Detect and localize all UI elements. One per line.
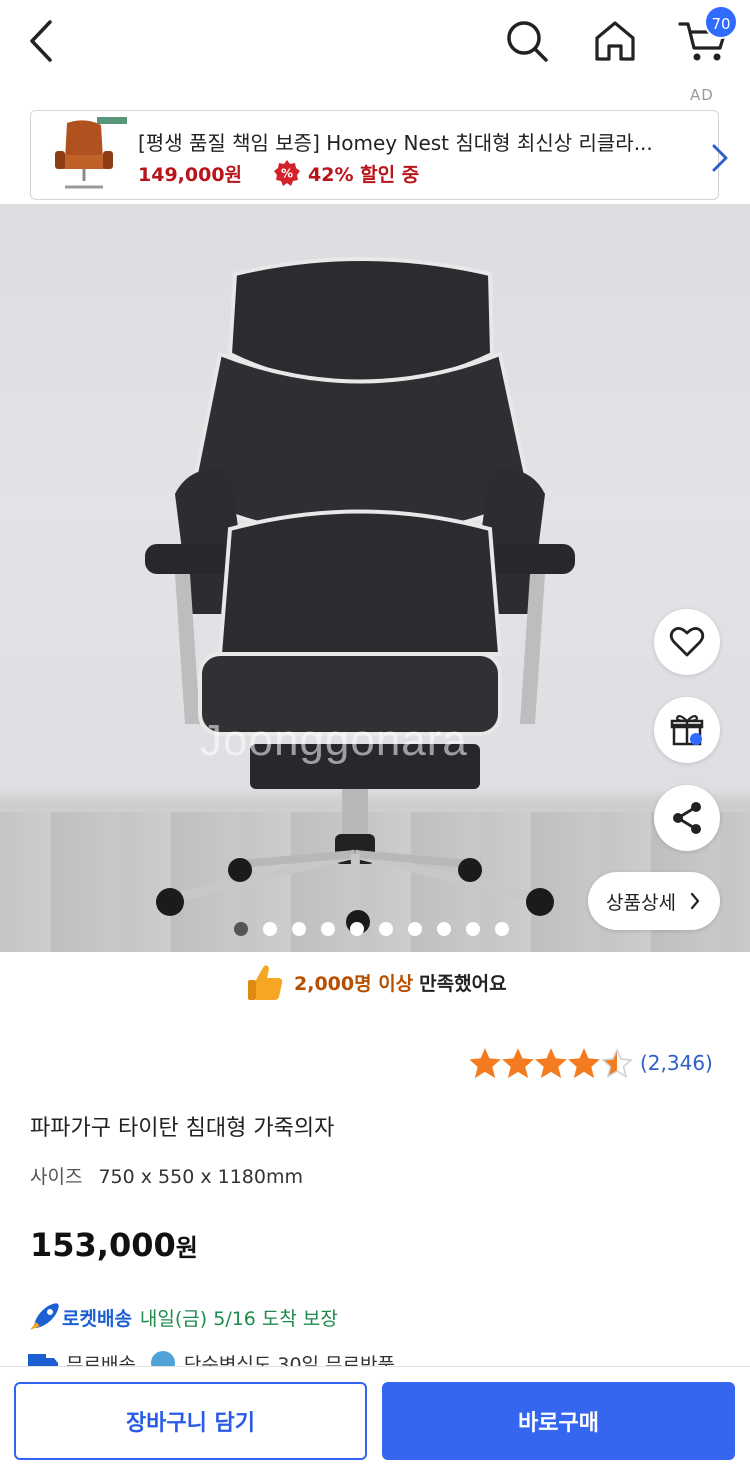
rating-summary[interactable]: (2,346)	[470, 1046, 713, 1080]
gift-button[interactable]	[654, 697, 720, 763]
chevron-right-icon	[690, 892, 700, 910]
heart-icon	[669, 627, 705, 657]
gallery-pagination	[234, 922, 509, 938]
gallery-dot[interactable]	[379, 922, 393, 936]
price-unit: 원	[175, 1234, 198, 1262]
home-icon[interactable]	[590, 16, 640, 66]
star-icon	[601, 1048, 633, 1078]
gallery-dot[interactable]	[466, 922, 480, 936]
satisfaction-banner: 2,000명 이상 만족했어요	[246, 962, 507, 1002]
ad-title: [평생 품질 책임 보증] Homey Nest 침대형 최신상 리클라...	[138, 131, 653, 155]
ad-banner[interactable]: [평생 품질 책임 보증] Homey Nest 침대형 최신상 리클라... …	[30, 110, 728, 200]
chevron-left-icon[interactable]	[22, 18, 62, 64]
rocket-brand: 로켓배송	[62, 1307, 132, 1330]
price-value: 153,000	[30, 1226, 176, 1264]
delivery-eta: 내일(금) 5/16 도착 보장	[139, 1307, 338, 1330]
satisfaction-count: 2,000명 이상	[294, 972, 414, 995]
gallery-dot[interactable]	[408, 922, 422, 936]
image-watermark: Joonggonara	[200, 716, 468, 765]
gallery-dot[interactable]	[350, 922, 364, 936]
product-image-gallery[interactable]: Joonggonara	[0, 204, 750, 952]
star-icon	[470, 1048, 501, 1078]
rocket-icon	[30, 1303, 59, 1330]
gallery-dot[interactable]	[263, 922, 277, 936]
star-rating	[470, 1048, 633, 1078]
star-icon	[502, 1048, 534, 1078]
cart-count-badge: 70	[704, 5, 738, 39]
star-icon	[568, 1048, 600, 1078]
ad-discount: 42% 할인 중	[308, 164, 420, 186]
rocket-delivery: 로켓배송 내일(금) 5/16 도착 보장	[28, 1302, 338, 1332]
satisfaction-text: 만족했어요	[419, 972, 507, 995]
ad-label: AD	[690, 86, 714, 104]
size-value: 750 x 550 x 1180mm	[98, 1166, 303, 1188]
discount-badge-icon: %	[274, 160, 300, 186]
svg-text:%: %	[281, 167, 293, 181]
wishlist-button[interactable]	[654, 609, 720, 675]
gallery-dot[interactable]	[437, 922, 451, 936]
product-detail-label: 상품상세	[606, 891, 676, 914]
product-size: 사이즈 750 x 550 x 1180mm	[30, 1162, 303, 1189]
gift-icon	[670, 714, 704, 746]
product-detail-button[interactable]: 상품상세	[588, 872, 720, 930]
top-bar: 70	[0, 0, 750, 85]
buy-now-button[interactable]: 바로구매	[382, 1382, 735, 1460]
gallery-dot[interactable]	[321, 922, 335, 936]
review-count: (2,346)	[640, 1051, 713, 1075]
add-to-cart-button[interactable]: 장바구니 담기	[14, 1382, 367, 1460]
bottom-action-bar: 장바구니 담기 바로구매	[0, 1366, 750, 1475]
ad-price: 149,000원	[138, 164, 243, 186]
product-title: 파파가구 타이탄 침대형 가죽의자	[30, 1116, 335, 1141]
chevron-right-icon	[712, 144, 728, 172]
star-icon	[535, 1048, 567, 1078]
share-icon	[673, 802, 701, 834]
share-button[interactable]	[654, 785, 720, 851]
gallery-dot[interactable]	[495, 922, 509, 936]
gallery-dot[interactable]	[292, 922, 306, 936]
product-image-chair	[145, 257, 575, 934]
ad-product-thumbnail	[45, 115, 131, 195]
size-label: 사이즈	[30, 1166, 83, 1188]
product-price: 153,000원	[30, 1226, 198, 1264]
search-icon[interactable]	[502, 16, 552, 66]
thumbs-up-icon	[248, 965, 283, 1000]
gallery-dot[interactable]	[234, 922, 248, 936]
